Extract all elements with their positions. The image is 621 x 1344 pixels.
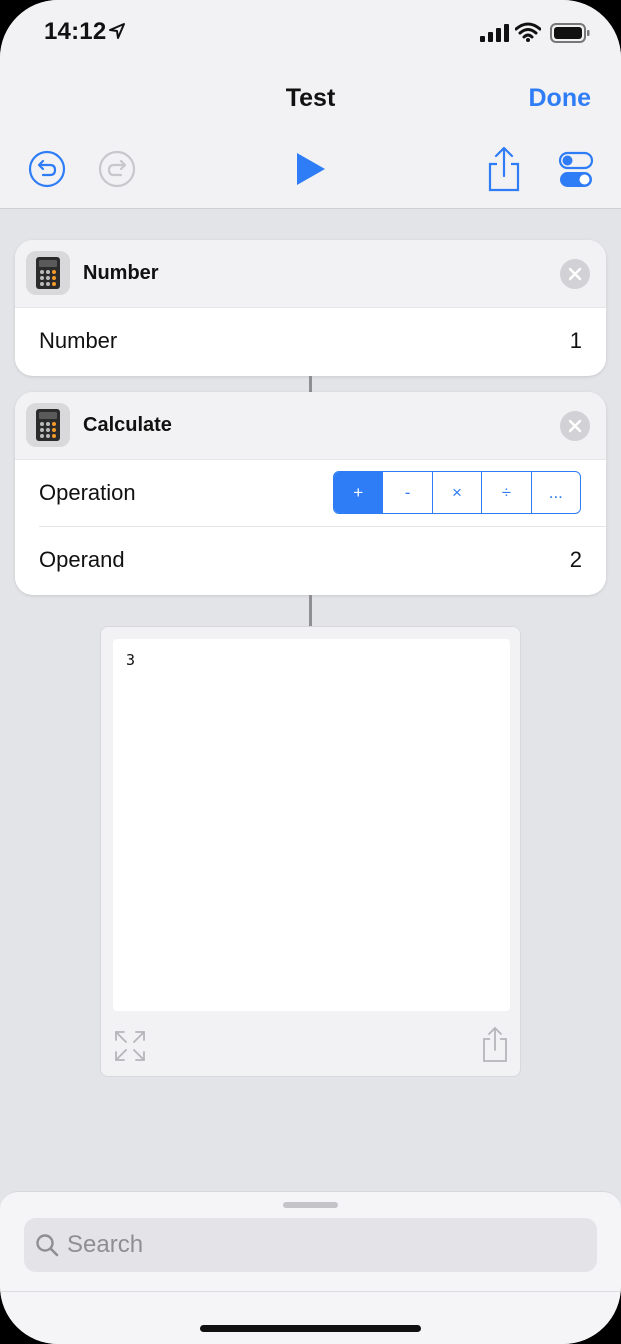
operand-row[interactable]: Operand 2 — [15, 527, 606, 594]
bottom-sheet: Search — [0, 1191, 621, 1344]
card-header[interactable]: Calculate — [15, 392, 606, 460]
calculate-action-card: Calculate Operation + - × ÷ ... Operand … — [15, 392, 606, 595]
connector-line — [309, 376, 312, 392]
close-icon — [568, 419, 582, 433]
card-header[interactable]: Number — [15, 240, 606, 308]
status-time: 14:12 — [44, 18, 107, 45]
action-title: Number — [83, 262, 159, 284]
redo-icon[interactable] — [96, 148, 138, 190]
search-placeholder: Search — [67, 1231, 144, 1258]
close-icon — [568, 267, 582, 281]
operation-label: Operation — [39, 480, 136, 505]
action-title: Calculate — [83, 414, 172, 436]
play-icon[interactable] — [291, 150, 329, 188]
result-preview: 3 — [100, 626, 521, 1077]
operation-segmented-control: + - × ÷ ... — [333, 471, 581, 514]
phone-screen: 14:12 Test Done Number Number 1 Calculat… — [0, 0, 621, 1344]
remove-action-button[interactable] — [560, 411, 590, 441]
remove-action-button[interactable] — [560, 259, 590, 289]
operation-divide[interactable]: ÷ — [481, 472, 530, 513]
undo-icon[interactable] — [26, 148, 68, 190]
search-field[interactable]: Search — [24, 1218, 597, 1272]
location-arrow-icon — [109, 23, 125, 39]
battery-icon — [550, 23, 590, 43]
home-indicator[interactable] — [200, 1325, 421, 1332]
settings-toggle-icon[interactable] — [556, 150, 596, 190]
top-bar: 14:12 Test Done — [0, 0, 621, 209]
operation-add[interactable]: + — [334, 472, 383, 513]
connector-line — [309, 595, 312, 626]
operation-more[interactable]: ... — [530, 472, 580, 513]
calculator-icon — [26, 403, 70, 447]
share-icon[interactable] — [484, 146, 524, 192]
search-icon — [36, 1234, 59, 1257]
operand-label: Operand — [39, 547, 125, 572]
done-button[interactable]: Done — [529, 84, 592, 113]
number-row[interactable]: Number 1 — [15, 308, 606, 375]
number-action-card: Number Number 1 — [15, 240, 606, 376]
cellular-signal-icon — [480, 24, 509, 42]
operand-value[interactable]: 2 — [570, 547, 582, 573]
number-value[interactable]: 1 — [570, 328, 582, 354]
operation-row: Operation + - × ÷ ... — [15, 460, 606, 527]
result-text: 3 — [126, 651, 136, 669]
wifi-icon — [515, 22, 541, 42]
operation-multiply[interactable]: × — [431, 472, 481, 513]
result-body[interactable]: 3 — [113, 639, 510, 1011]
expand-icon[interactable] — [113, 1029, 147, 1063]
sheet-grabber[interactable] — [283, 1202, 338, 1208]
number-label: Number — [39, 328, 118, 353]
divider — [0, 1291, 621, 1292]
operation-subtract[interactable]: - — [382, 472, 431, 513]
share-icon[interactable] — [481, 1025, 509, 1063]
calculator-icon — [26, 251, 70, 295]
